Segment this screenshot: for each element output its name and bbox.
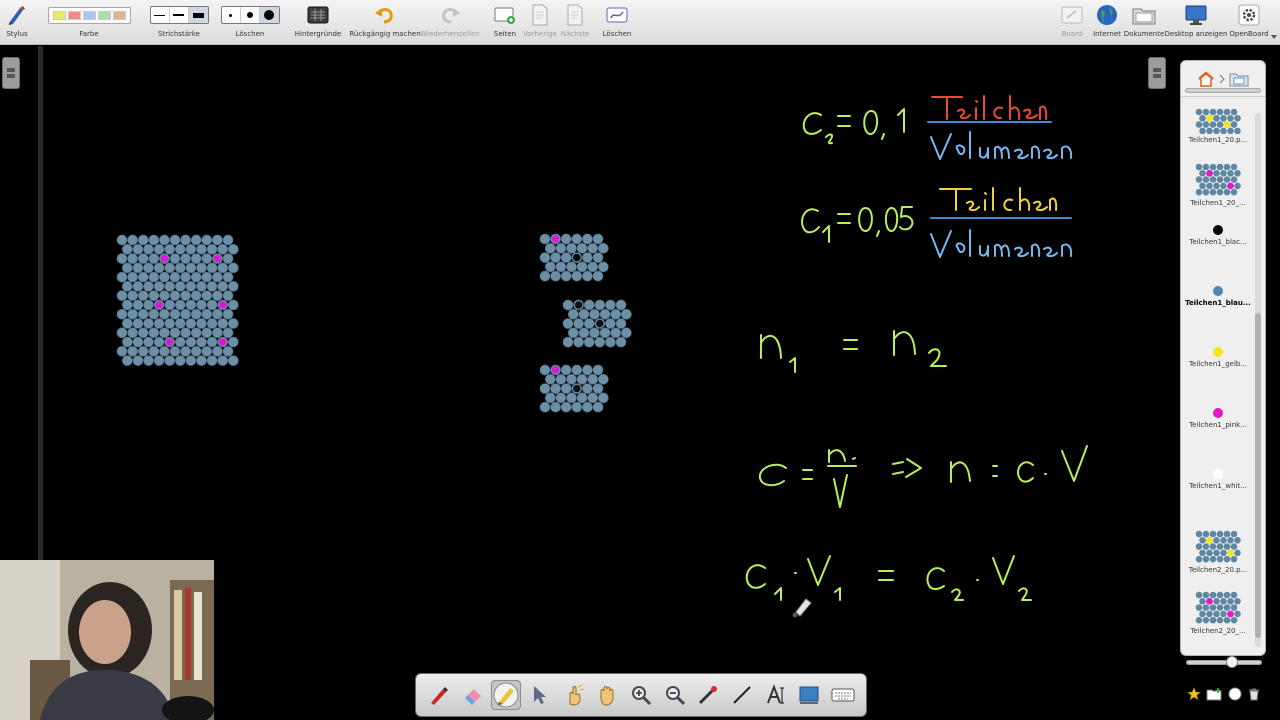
openboard-window: Stylus Farbe Strichstärke Löschen Hinter… [0,0,1280,720]
favorite-star-icon[interactable] [1186,687,1201,701]
library-item-label: Teilchen1_gelb... [1188,360,1248,368]
library-item[interactable]: Teilchen1_blac... [1185,224,1251,246]
particle-images [116,233,632,413]
new-folder-icon[interactable] [1206,687,1222,701]
library-item-label: Teilchen1_20_... [1190,199,1246,207]
library-item[interactable]: Teilchen2_20_... [1185,591,1251,635]
tool-palette [415,673,867,717]
thumbnail-size-slider[interactable] [1186,660,1262,665]
zoom-in-tool[interactable] [626,680,656,710]
particle-lattice-image[interactable] [539,233,609,282]
text-icon [766,684,784,704]
particle-grid-thumbnail [1195,163,1241,196]
home-icon[interactable] [1197,71,1215,87]
marker-tool[interactable] [491,680,522,710]
pink-particle-thumbnail [1213,408,1223,418]
equation-n1-equals-n2 [760,330,947,373]
arrow-cursor-icon [533,686,546,704]
pointing-hand-icon [569,684,584,706]
black-particle-thumbnail [1213,225,1223,235]
selector-tool[interactable] [525,680,555,710]
highlighter-icon [493,682,519,708]
equation-c1v1-equals-c2v2 [745,555,1032,601]
hand-tool[interactable] [592,680,622,710]
laser-pointer-tool[interactable] [693,680,723,710]
trash-icon[interactable] [1247,687,1261,701]
particle-lattice-image[interactable] [116,234,239,366]
presenter-image [0,560,214,720]
blue-particle-thumbnail [1213,286,1223,296]
library-item[interactable]: Teilchen1_20_... [1185,163,1251,207]
yellow-particle-thumbnail [1213,347,1223,357]
zoom-out-icon [665,686,685,706]
line-tool[interactable] [727,680,757,710]
library-item[interactable]: Teilchen1_gelb... [1185,346,1251,368]
keyboard-icon [831,688,855,702]
library-item-label: Teilchen2_20.p... [1188,566,1248,574]
library-item-label: Teilchen1_blau... [1185,299,1251,307]
thumbnail-size-slider-handle[interactable] [1226,656,1238,668]
library-item-label: Teilchen1_20.p... [1188,136,1248,144]
library-item-label: Teilchen1_pink... [1189,421,1247,429]
library-item[interactable]: Teilchen2_20.p... [1185,530,1251,574]
eraser-icon [464,689,481,705]
particle-lattice-image[interactable] [539,364,609,413]
equation-c1 [801,187,1073,258]
eraser-tool[interactable] [458,680,488,710]
particle-grid-thumbnail [1195,108,1241,134]
webcam-overlay [0,560,214,720]
library-item[interactable]: Teilchen1_blau... [1185,285,1251,307]
library-item[interactable]: Teilchen1_whit... [1185,468,1251,490]
hand-icon [600,686,614,706]
equation-c2 [802,95,1073,160]
keyboard-tool[interactable] [828,680,858,710]
library-item[interactable]: Teilchen1_pink... [1185,407,1251,429]
particle-grid-thumbnail [1195,530,1241,563]
library-horizontal-scrollbar[interactable] [1185,88,1261,93]
pen-cursor [792,598,812,618]
line-icon [733,686,751,704]
white-particle-thumbnail [1213,469,1223,479]
library-footer [1184,685,1264,703]
capture-tool[interactable] [794,680,824,710]
zoom-in-icon [631,686,652,706]
capture-icon [799,686,819,704]
pictures-folder-icon[interactable] [1229,71,1249,87]
laser-pointer-icon [699,686,718,705]
chevron-right-icon [1219,74,1225,83]
equation-c-n-over-v [758,445,1088,508]
library-panel: Teilchen1_20.p... Teilchen1_20_... Teilc… [1180,60,1266,656]
library-item[interactable]: Teilchen1_20.p... [1185,108,1251,144]
library-scrollbar-thumb[interactable] [1255,313,1261,638]
interactor-tool[interactable] [559,680,589,710]
library-item-label: Teilchen1_blac... [1189,238,1247,246]
text-tool[interactable] [761,680,791,710]
zoom-out-tool[interactable] [660,680,690,710]
particle-grid-thumbnail [1195,591,1241,624]
white-circle-icon[interactable] [1228,687,1242,701]
library-item-label: Teilchen2_20_... [1190,627,1246,635]
library-item-label: Teilchen1_whit... [1189,482,1247,490]
pen-icon [430,687,448,705]
pen-tool[interactable] [424,680,454,710]
particle-lattice-image[interactable] [562,299,632,348]
